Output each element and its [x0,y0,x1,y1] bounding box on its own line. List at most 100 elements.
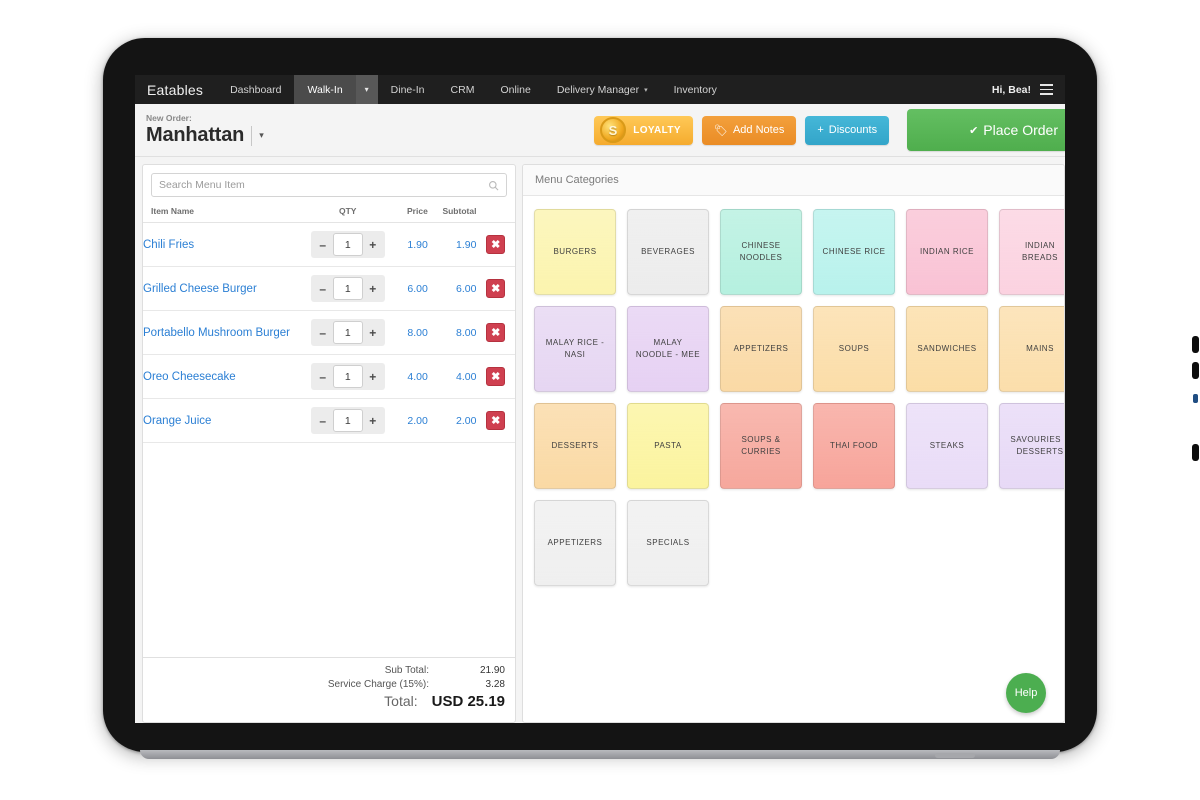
search-input[interactable] [159,179,488,191]
quantity-input[interactable] [332,321,363,344]
brand-logo[interactable]: Eatables [135,75,217,104]
category-tile[interactable]: CHINESE NOODLES [720,209,802,295]
item-price: 4.00 [385,354,428,399]
order-items-table: Item Name QTY Price Subtotal Chili Fries… [143,203,515,443]
category-tile-label: MAINS [1026,344,1054,353]
quantity-input[interactable] [332,233,363,256]
category-tile[interactable]: SPECIALS [627,500,709,586]
category-tile[interactable]: INDIAN RICE [906,209,988,295]
nav-item-delivery-manager-label: Delivery Manager [556,83,640,96]
loyalty-button[interactable]: S LOYALTY [594,115,693,145]
remove-item-button[interactable]: ✖ [486,367,506,386]
table-row: Portabello Mushroom Burger–+8.008.00✖ [143,310,515,355]
place-order-button[interactable]: ✔ Place Order [907,109,1065,151]
decrement-button[interactable]: – [313,323,333,342]
quantity-stepper: –+ [310,363,385,390]
walk-in-dropdown-button[interactable]: ▾ [355,75,378,104]
device-side-button-power[interactable] [1192,444,1199,461]
category-tile[interactable]: MALAY RICE - NASI [534,306,616,392]
category-tile[interactable]: THAI FOOD [813,403,895,489]
order-items-panel: Item Name QTY Price Subtotal Chili Fries… [142,164,516,723]
device-side-indicator [1193,394,1198,403]
item-subtotal: 1.90 [427,222,477,267]
item-subtotal: 6.00 [427,266,477,311]
quantity-input[interactable] [332,365,363,388]
category-tile-label: MALAY RICE - NASI [545,338,605,359]
table-row: Oreo Cheesecake–+4.004.00✖ [143,354,515,399]
discounts-button[interactable]: + Discounts [805,115,890,145]
decrement-button[interactable]: – [313,411,333,430]
chevron-down-icon: ▾ [364,85,369,94]
decrement-button[interactable]: – [313,367,333,386]
grand-total-value: USD 25.19 [431,693,505,710]
category-tile[interactable]: SOUPS [813,306,895,392]
item-name[interactable]: Oreo Cheesecake [143,354,311,399]
increment-button[interactable]: + [363,367,383,386]
qty-cell: –+ [310,398,386,443]
category-tile[interactable]: BURGERS [534,209,616,295]
category-tile[interactable]: STEAKS [906,403,988,489]
decrement-button[interactable]: – [313,235,333,254]
item-subtotal: 2.00 [427,398,477,443]
order-dropdown-caret-icon[interactable]: ▾ [259,130,264,141]
remove-item-button[interactable]: ✖ [486,411,506,430]
quantity-input[interactable] [332,277,363,300]
user-greeting[interactable]: Hi, Bea! [992,84,1031,96]
item-name[interactable]: Orange Juice [143,398,311,443]
item-name[interactable]: Grilled Cheese Burger [143,266,311,311]
search-wrapper [143,165,515,203]
hamburger-menu-icon[interactable] [1040,84,1053,95]
nav-item-online[interactable]: Online [487,75,543,104]
table-row: Grilled Cheese Burger– +6.006.00 ✖ [143,266,515,311]
category-tile[interactable]: SAVOURIES & DESSERTS [999,403,1064,489]
item-price: 1.90 [385,222,428,267]
category-tile[interactable]: APPETIZERS [720,306,802,392]
nav-item-crm[interactable]: CRM [438,75,488,104]
order-name-row: Manhattan ▾ [146,124,264,147]
decrement-button[interactable]: – [313,279,333,298]
remove-item-button[interactable]: ✖ [486,323,506,342]
nav-item-dine-in[interactable]: Dine-In [378,75,438,104]
item-name[interactable]: Portabello Mushroom Burger [143,310,311,355]
device-side-button-volume-down[interactable] [1192,362,1199,379]
category-tile[interactable]: SANDWICHES [906,306,988,392]
remove-item-button[interactable]: ✖ [486,235,506,254]
item-price: 2.00 [385,398,428,443]
chevron-down-icon: ▾ [644,86,648,94]
category-tile-label: SANDWICHES [917,344,977,353]
item-price: 6.00 [385,266,428,311]
category-tile[interactable]: BEVERAGES [627,209,709,295]
increment-button[interactable]: + [363,235,383,254]
increment-button[interactable]: + [363,411,383,430]
add-notes-button[interactable]: 🏷 Add Notes [702,115,797,145]
nav-item-dashboard[interactable]: Dashboard [217,75,294,104]
nav-item-delivery-manager[interactable]: Delivery Manager ▾ [544,75,661,104]
remove-item-button[interactable]: ✖ [486,279,506,298]
increment-button[interactable]: + [363,279,383,298]
loyalty-button-label: LOYALTY [633,124,681,136]
device-side-button-volume-up[interactable] [1192,336,1199,353]
category-tile[interactable]: DESSERTS [534,403,616,489]
new-order-label: New Order: [146,113,192,123]
category-tile[interactable]: PASTA [627,403,709,489]
category-tile-label: MALAY NOODLE - MEE [635,338,701,359]
delete-cell: ✖ [476,354,515,399]
order-items-body: Chili Fries–+1.901.90✖Grilled Cheese Bur… [143,222,515,443]
nav-item-walk-in[interactable]: Walk-In [294,75,356,104]
category-tile[interactable]: APPETIZERS [534,500,616,586]
help-button[interactable]: Help [1006,673,1046,713]
category-tile[interactable]: CHINESE RICE [813,209,895,295]
delete-cell: ✖ [476,398,515,443]
quantity-input[interactable] [332,409,363,432]
category-tile[interactable]: INDIAN BREADS [999,209,1064,295]
column-header-qty: QTY [310,203,386,223]
category-tile[interactable]: MAINS [999,306,1064,392]
search-box[interactable] [151,173,507,197]
nav-item-inventory[interactable]: Inventory [661,75,730,104]
service-charge-row: Service Charge (15%): 3.28 [153,679,505,690]
device-bottom-lip [140,750,1060,759]
item-name[interactable]: Chili Fries [143,222,311,267]
category-tile[interactable]: MALAY NOODLE - MEE [627,306,709,392]
increment-button[interactable]: + [363,323,383,342]
category-tile[interactable]: SOUPS & CURRIES [720,403,802,489]
